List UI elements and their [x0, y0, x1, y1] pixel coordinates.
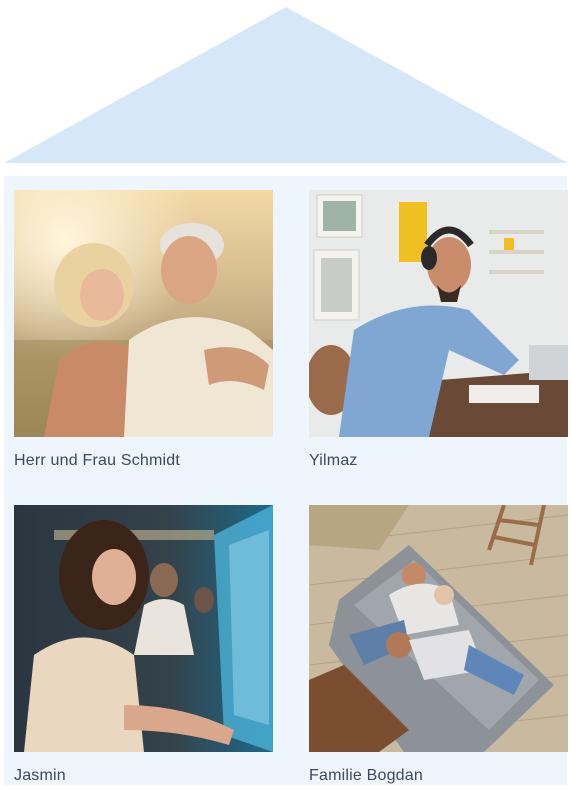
house-roof — [4, 7, 568, 163]
family-on-sofa-photo — [309, 505, 568, 752]
man-with-headphones-at-desk-photo — [309, 190, 568, 437]
card-caption: Familie Bogdan — [309, 767, 423, 784]
card-caption: Herr und Frau Schmidt — [14, 452, 181, 469]
card-caption: Jasmin — [14, 767, 66, 784]
card-caption: Yilmaz — [309, 452, 358, 469]
card-jasmin: Jasmin — [14, 505, 273, 784]
elderly-couple-embracing-photo — [14, 190, 273, 437]
woman-at-computer-screens-photo — [14, 505, 273, 752]
card-schmidt: Herr und Frau Schmidt — [14, 190, 273, 469]
card-yilmaz: Yilmaz — [309, 190, 568, 469]
card-bogdan: Familie Bogdan — [309, 505, 568, 784]
